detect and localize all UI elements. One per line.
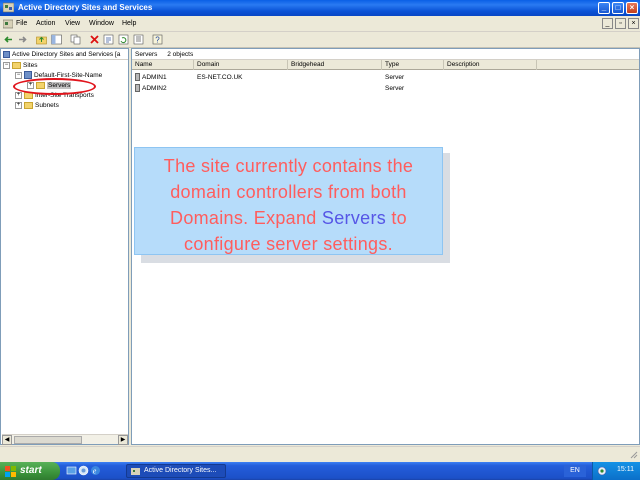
close-button[interactable]: ×	[626, 2, 638, 14]
table-row[interactable]: ADMIN1 ES-NET.CO.UK Server	[132, 73, 639, 83]
up-folder-icon[interactable]	[36, 34, 47, 45]
svg-text:?: ?	[155, 36, 160, 45]
tutorial-callout: The site currently contains the domain c…	[134, 147, 443, 255]
properties-icon[interactable]	[103, 34, 114, 45]
help-icon[interactable]: ?	[152, 34, 163, 45]
tree-horizontal-scrollbar[interactable]: ◀ ▶	[2, 434, 128, 445]
console-tree: Active Directory Sites and Services [a −…	[0, 48, 129, 445]
cell-name: ADMIN1	[135, 73, 193, 83]
collapse-icon[interactable]: −	[3, 61, 10, 69]
window-title: Active Directory Sites and Services	[18, 3, 153, 12]
taskbar-button-ad-sites[interactable]: Active Directory Sites...	[126, 464, 226, 478]
cell-type: Server	[385, 74, 405, 81]
network-icon[interactable]	[597, 466, 607, 476]
tree-node-sites[interactable]: − Sites	[3, 61, 37, 71]
status-bar	[0, 446, 640, 462]
scroll-left-icon[interactable]: ◀	[2, 435, 12, 445]
start-label: start	[20, 465, 42, 476]
forward-icon[interactable]	[17, 34, 28, 45]
clock: 15:11	[617, 466, 634, 473]
expand-icon[interactable]: +	[15, 101, 22, 109]
column-header-description[interactable]: Description	[444, 60, 537, 70]
taskbar-button-label: Active Directory Sites...	[144, 467, 217, 474]
callout-keyword: Servers	[321, 208, 387, 228]
folder-icon	[24, 101, 33, 109]
system-tray: 15:11	[592, 462, 640, 480]
mdi-minimize-button[interactable]: _	[602, 18, 613, 29]
server-icon	[135, 73, 140, 82]
cell-name: ADMIN2	[135, 84, 193, 94]
column-header-name[interactable]: Name	[132, 60, 194, 70]
quicklaunch-explorer-icon[interactable]	[78, 465, 89, 476]
expand-icon[interactable]: +	[15, 91, 22, 99]
site-icon	[24, 71, 32, 80]
menu-view[interactable]: View	[65, 20, 80, 27]
tree-label-subnets: Subnets	[35, 102, 59, 109]
menu-bar: File Action View Window Help _ ▫ ×	[0, 16, 640, 32]
cell-type: Server	[385, 85, 405, 92]
tree-root-label: Active Directory Sites and Services [a	[12, 51, 121, 58]
windows-flag-icon	[5, 466, 16, 477]
tree-root[interactable]: Active Directory Sites and Services [a	[1, 49, 128, 60]
details-title: Servers	[135, 51, 158, 58]
delete-icon[interactable]	[89, 34, 100, 45]
details-count: 2 objects	[167, 51, 194, 58]
maximize-button[interactable]: □	[612, 2, 624, 14]
highlight-ellipse	[13, 78, 96, 95]
cell-domain: ES-NET.CO.UK	[197, 74, 243, 81]
resize-grip-icon[interactable]	[628, 449, 638, 459]
refresh-icon[interactable]	[118, 34, 129, 45]
column-header-bridgehead[interactable]: Bridgehead	[288, 60, 382, 70]
table-row[interactable]: ADMIN2 Server	[132, 84, 639, 94]
app-icon	[131, 468, 140, 475]
mdi-close-button[interactable]: ×	[628, 18, 639, 29]
details-header: Servers 2 objects	[132, 49, 639, 60]
menu-help[interactable]: Help	[122, 20, 136, 27]
svg-text:e: e	[93, 467, 97, 476]
collapse-icon[interactable]: −	[15, 71, 22, 79]
toolbar: ?	[0, 32, 640, 48]
menu-window[interactable]: Window	[89, 20, 114, 27]
export-list-icon[interactable]	[133, 34, 144, 45]
tree-node-subnets[interactable]: + Subnets	[15, 101, 59, 111]
quicklaunch-desktop-icon[interactable]	[66, 465, 77, 476]
copy-icon[interactable]	[70, 34, 81, 45]
quicklaunch-ie-icon[interactable]: e	[90, 465, 101, 476]
console-icon[interactable]	[3, 19, 13, 29]
taskbar: start e Active Directory Sites... EN 15:…	[0, 462, 640, 480]
tree-label-sites: Sites	[23, 62, 38, 69]
folder-icon	[12, 61, 21, 69]
mdi-restore-button[interactable]: ▫	[615, 18, 626, 29]
back-icon[interactable]	[3, 34, 14, 45]
app-icon	[3, 2, 14, 13]
show-hide-tree-icon[interactable]	[51, 34, 62, 45]
column-header-domain[interactable]: Domain	[194, 60, 288, 70]
start-button[interactable]: start	[0, 462, 60, 480]
language-indicator[interactable]: EN	[564, 465, 586, 477]
snapin-icon	[3, 50, 10, 58]
scroll-right-icon[interactable]: ▶	[118, 435, 128, 445]
scroll-thumb[interactable]	[14, 436, 82, 444]
title-bar[interactable]: Active Directory Sites and Services _ □ …	[0, 0, 640, 16]
menu-file[interactable]: File	[16, 20, 27, 27]
mmc-window: Active Directory Sites and Services _ □ …	[0, 0, 640, 462]
menu-action[interactable]: Action	[36, 20, 55, 27]
server-icon	[135, 84, 140, 93]
column-header-type[interactable]: Type	[382, 60, 444, 70]
minimize-button[interactable]: _	[598, 2, 610, 14]
column-headers: Name Domain Bridgehead Type Description	[132, 60, 639, 70]
